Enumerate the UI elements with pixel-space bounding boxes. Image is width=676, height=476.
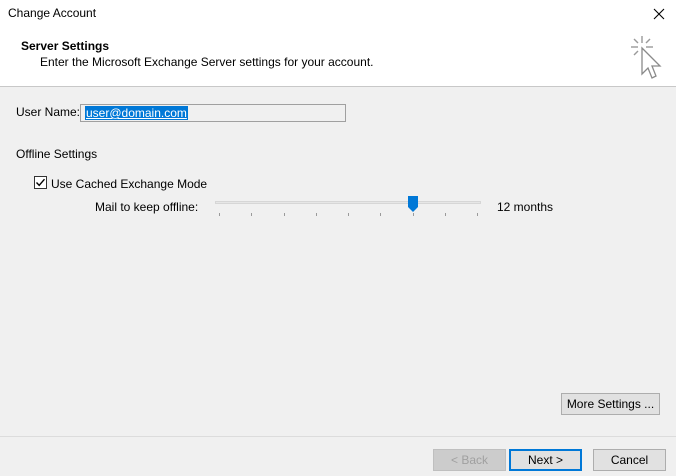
user-name-input[interactable]: user@domain.com (80, 104, 346, 122)
slider-tick (445, 213, 446, 216)
back-button[interactable]: < Back (433, 449, 506, 471)
close-icon (653, 8, 665, 20)
user-name-value: user@domain.com (85, 106, 188, 120)
checkmark-icon (35, 178, 46, 187)
slider-tick (251, 213, 252, 216)
sparkle-cursor-icon (631, 36, 662, 79)
offline-settings-label: Offline Settings (16, 147, 98, 161)
mail-keep-offline-label: Mail to keep offline: (95, 200, 199, 214)
change-account-dialog: Change Account Server Settings Enter the… (0, 0, 676, 476)
cached-mode-label: Use Cached Exchange Mode (51, 177, 208, 191)
slider-tick (219, 213, 220, 216)
window-title: Change Account (8, 6, 97, 20)
mail-keep-offline-slider[interactable] (215, 201, 481, 204)
slider-tick (284, 213, 285, 216)
slider-tick (413, 213, 414, 216)
more-settings-button[interactable]: More Settings ... (561, 393, 660, 415)
slider-value-text: 12 months (497, 200, 554, 214)
page-title: Server Settings (21, 39, 110, 53)
cancel-button[interactable]: Cancel (593, 449, 666, 471)
slider-tick (348, 213, 349, 216)
header-panel: Server Settings Enter the Microsoft Exch… (0, 28, 676, 87)
close-button[interactable] (642, 0, 676, 28)
cached-mode-checkbox[interactable] (34, 176, 47, 189)
slider-tick (380, 213, 381, 216)
next-button[interactable]: Next > (509, 449, 582, 471)
user-name-label: User Name: (16, 105, 81, 119)
page-subtitle: Enter the Microsoft Exchange Server sett… (40, 55, 374, 69)
slider-thumb[interactable] (408, 196, 418, 212)
slider-tick (477, 213, 478, 216)
footer-divider (0, 436, 676, 437)
slider-tick (316, 213, 317, 216)
title-bar: Change Account (0, 0, 676, 28)
